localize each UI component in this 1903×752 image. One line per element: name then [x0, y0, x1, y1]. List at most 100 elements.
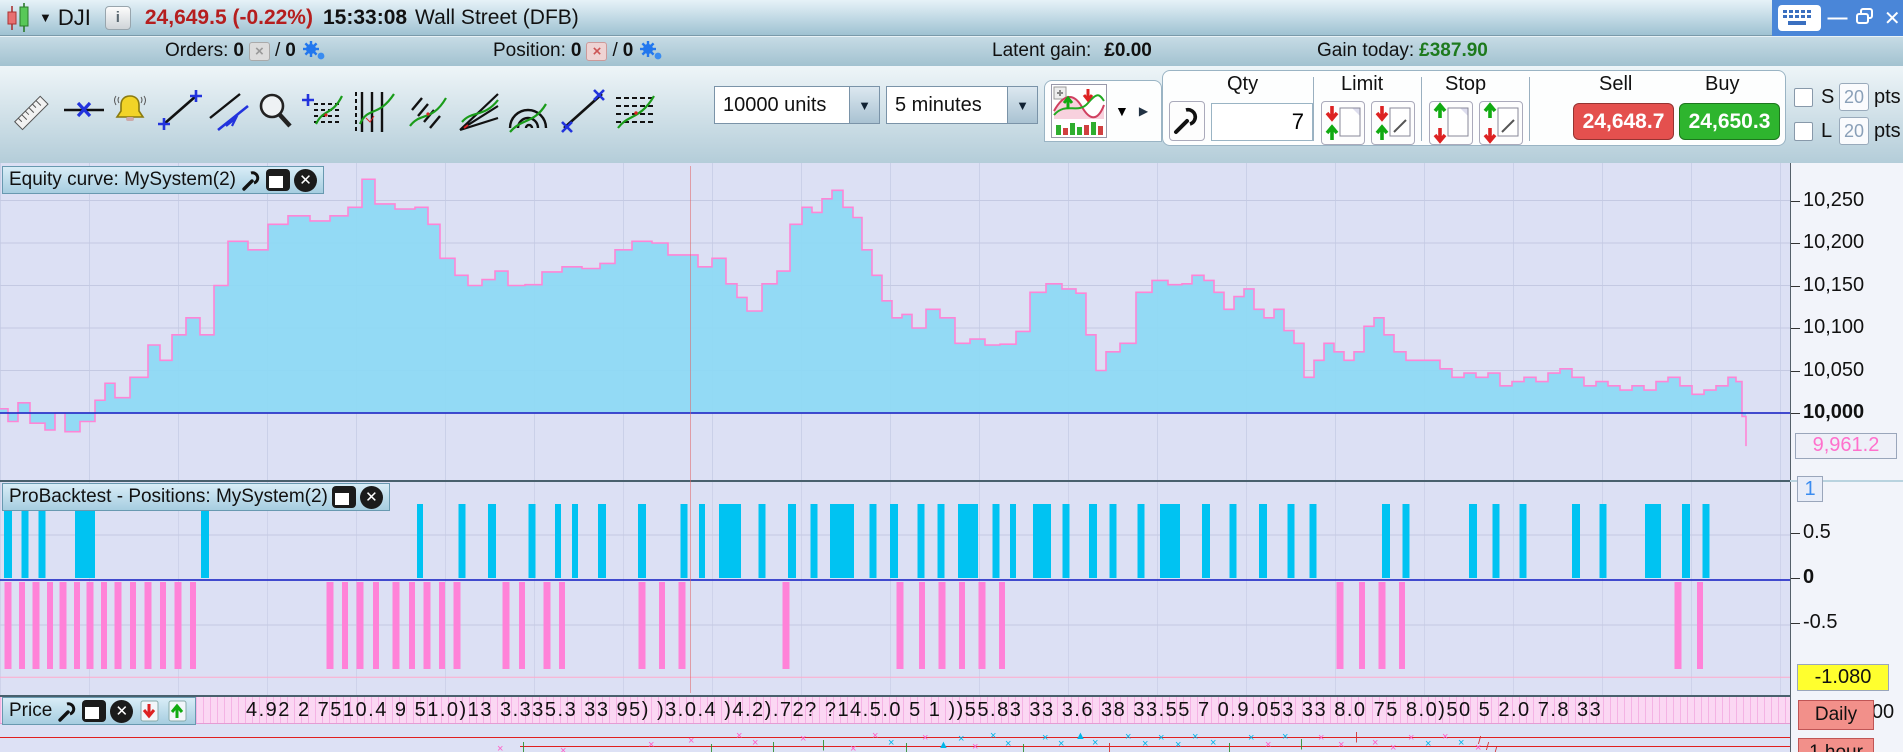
trade-marker: × — [1005, 738, 1012, 750]
sell-order-doc-icon[interactable] — [137, 699, 161, 723]
keyboard-icon[interactable] — [1778, 5, 1821, 31]
short-positions-bar — [782, 582, 790, 669]
timeframe-select[interactable]: 5 minutes ▼ — [886, 86, 1038, 124]
trade-marker: × — [872, 730, 879, 742]
timeframe-button-1-hour[interactable]: 1 hour — [1798, 738, 1874, 752]
limit-pts-input[interactable]: 20 — [1839, 117, 1869, 145]
fan-lines-tool[interactable] — [456, 86, 502, 138]
fibonacci-levels-tool[interactable] — [612, 86, 658, 138]
equity-detach-window-icon[interactable] — [266, 169, 290, 191]
vertical-lines-tool[interactable] — [352, 86, 398, 138]
equity-curve-plot[interactable] — [0, 163, 1790, 480]
alarm-bell-tool[interactable] — [108, 86, 154, 138]
market-name: Wall Street (DFB) — [415, 5, 579, 29]
trade-marker: × — [958, 733, 965, 745]
short-positions-bar — [959, 582, 965, 669]
price-panel-titlebar: Price ✕ — [2, 697, 197, 725]
buy-order-doc-icon[interactable] — [165, 699, 189, 723]
price-detach-window-icon[interactable] — [82, 700, 107, 722]
buy-header: Buy — [1705, 73, 1740, 95]
positions-detach-window-icon[interactable] — [331, 486, 356, 508]
sell-limit-order-button[interactable] — [1371, 101, 1415, 145]
units-select-arrow-icon[interactable]: ▼ — [849, 87, 879, 123]
qty-input[interactable] — [1211, 103, 1313, 141]
order-entry-panel: Qty Limit Stop Sell Buy 7 24,648.7 24,65… — [1162, 70, 1786, 146]
long-positions-bar — [488, 504, 496, 578]
buy-stop-order-button[interactable] — [1479, 101, 1523, 145]
positions-axis: 1 0.5 0 -0.5 -1.080 — [1790, 476, 1903, 695]
orders-settings-gear-icon[interactable] — [301, 40, 327, 62]
positions-close-icon[interactable]: ✕ — [359, 485, 383, 509]
equity-curve-svg — [0, 178, 1790, 447]
price-close-icon[interactable]: ✕ — [110, 699, 134, 723]
trade-marker: × — [1372, 737, 1379, 749]
short-positions-bar — [938, 582, 946, 669]
buy-limit-order-button[interactable] — [1321, 101, 1365, 145]
overlapping-price-labels: 4.92 2 7510.4 9 51.0)13 3.335.3 33 95) )… — [246, 699, 1603, 721]
panel-collapse-icon[interactable]: ▶ — [1139, 104, 1148, 118]
indicator-window-tool[interactable] — [300, 86, 346, 138]
minimize-icon[interactable]: — — [1827, 7, 1848, 30]
equity-curve-area — [0, 179, 1746, 447]
buy-price-button[interactable]: 24,650.3 — [1679, 103, 1780, 140]
hatch-lines-tool[interactable] — [404, 86, 450, 138]
long-positions-bar — [810, 504, 818, 578]
restore-icon[interactable] — [1854, 7, 1875, 30]
stop-checkbox[interactable] — [1794, 88, 1813, 107]
latent-gain-status: Latent gain: £0.00 — [992, 40, 1152, 62]
arcs-tool[interactable] — [504, 86, 550, 138]
instrument-dropdown-icon[interactable]: ▼ — [39, 10, 52, 25]
orders-slash: / — [274, 40, 281, 61]
long-positions-bar — [1089, 504, 1097, 578]
long-positions-bar — [1160, 504, 1180, 578]
stop-pts-input[interactable]: 20 — [1839, 83, 1869, 111]
sell-price-button[interactable]: 24,648.7 — [1573, 103, 1674, 140]
equity-close-icon[interactable]: ✕ — [294, 168, 317, 192]
position-pending-count: 0 — [622, 40, 634, 61]
chart-type-button[interactable] — [1051, 84, 1107, 138]
short-positions-bar — [1359, 582, 1365, 669]
close-position-icon[interactable]: × — [586, 41, 608, 61]
short-positions-bar — [1674, 582, 1682, 669]
cancel-orders-icon[interactable]: × — [248, 41, 270, 61]
trade-marker: × — [888, 737, 895, 749]
long-positions-bar — [1469, 504, 1477, 578]
short-positions-bar — [356, 582, 364, 669]
trendline-tool[interactable] — [158, 86, 204, 138]
trade-marker: ▲ — [1075, 730, 1086, 742]
alert-line-tool[interactable] — [62, 86, 108, 138]
long-positions-bar — [917, 504, 925, 578]
price-panel[interactable]: 4.92 2 7510.4 9 51.0)13 3.335.3 33 95) )… — [0, 695, 1790, 752]
price-settings-wrench-icon[interactable] — [56, 699, 78, 723]
position-settings-gear-icon[interactable] — [638, 40, 664, 62]
zoom-tool[interactable] — [252, 86, 298, 138]
parallel-lines-tool[interactable] — [206, 86, 252, 138]
long-positions-bar — [458, 504, 466, 578]
positions-plot[interactable] — [0, 480, 1790, 695]
long-positions-bar — [1702, 504, 1710, 578]
units-select[interactable]: 10000 units ▼ — [714, 86, 880, 124]
short-positions-bar — [373, 582, 379, 669]
timeframe-select-arrow-icon[interactable]: ▼ — [1007, 87, 1037, 123]
sell-stop-order-button[interactable] — [1429, 101, 1473, 145]
ruler-tool[interactable] — [10, 86, 56, 138]
timeframe-button-daily[interactable]: Daily — [1798, 700, 1874, 730]
limit-checkbox[interactable] — [1794, 122, 1813, 141]
short-positions-bar — [47, 582, 53, 669]
positions-panel-titlebar: ProBacktest - Positions: MySystem(2) ✕ — [2, 483, 390, 511]
info-icon[interactable]: i — [104, 5, 131, 30]
trade-marker: × — [736, 730, 743, 742]
trade-marker: | — [1228, 742, 1231, 752]
chart-cursor-line — [690, 166, 691, 693]
close-window-icon[interactable]: ✕ — [1882, 6, 1903, 31]
limit-header: Limit — [1341, 73, 1384, 95]
short-positions-bar — [519, 582, 525, 669]
trade-marker: | — [905, 742, 908, 752]
chart-type-dropdown-icon[interactable]: ▼ — [1115, 103, 1129, 119]
short-positions-bar — [919, 582, 925, 669]
price-panel-title: Price — [9, 700, 53, 721]
latent-gain-label: Latent gain: — [992, 40, 1092, 61]
equity-settings-wrench-icon[interactable] — [240, 168, 262, 192]
regression-line-tool[interactable] — [560, 86, 606, 138]
order-settings-wrench-button[interactable] — [1169, 101, 1205, 141]
